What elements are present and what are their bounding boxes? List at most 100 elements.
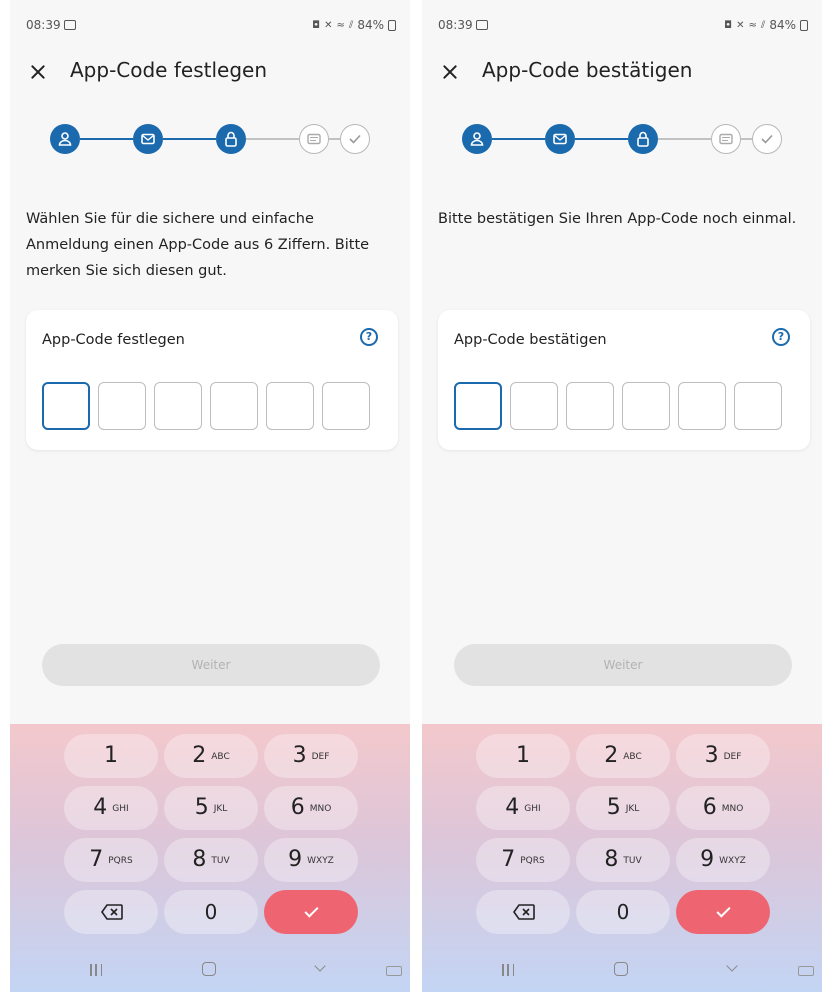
code-digit-6[interactable] <box>322 382 370 430</box>
key-5[interactable]: 5 JKL <box>164 786 258 830</box>
code-digit-6[interactable] <box>734 382 782 430</box>
numeric-keypad: 1 2 ABC 3 DEF 4 GHI 5 JKL 6 MNO 7 PQRS 8 TUV 9W… <box>422 724 822 992</box>
key-0[interactable]: 0 <box>164 890 258 934</box>
page-title: App-Code festlegen <box>70 58 267 82</box>
app-code-card: App-Code bestätigen ? <box>438 310 810 450</box>
code-digit-3[interactable] <box>154 382 202 430</box>
app-code-card: App-Code festlegen ? <box>26 310 398 450</box>
code-input-group <box>42 382 370 430</box>
key-5[interactable]: 5 JKL <box>576 786 670 830</box>
key-4[interactable]: 4 GHI <box>476 786 570 830</box>
help-icon[interactable]: ? <box>772 328 790 346</box>
key-8[interactable]: 8 TUV <box>164 838 258 882</box>
key-7[interactable]: 7 PQRS <box>64 838 158 882</box>
back-icon[interactable] <box>726 960 738 972</box>
code-digit-5[interactable] <box>678 382 726 430</box>
recents-icon[interactable] <box>502 964 514 976</box>
next-button[interactable]: Weiter <box>42 644 380 686</box>
key-backspace[interactable] <box>64 890 158 934</box>
alarm-icon: ◘ <box>312 19 321 31</box>
person-icon <box>470 132 484 146</box>
status-time: 08:39 <box>26 18 61 32</box>
key-3[interactable]: 3 DEF <box>264 734 358 778</box>
gallery-notification-icon <box>476 20 488 30</box>
app-code-label: App-Code festlegen <box>42 332 185 348</box>
app-bar: App-Code festlegen <box>10 58 410 92</box>
home-icon[interactable] <box>614 962 628 976</box>
recents-icon[interactable] <box>90 964 102 976</box>
mute-icon: ✕ <box>324 19 333 31</box>
signal-icon: ⫽ <box>348 19 354 31</box>
key-confirm[interactable] <box>676 890 770 934</box>
step-connector <box>246 138 299 140</box>
key-1[interactable]: 1 <box>64 734 158 778</box>
status-time: 08:39 <box>438 18 473 32</box>
key-8[interactable]: 8 TUV <box>576 838 670 882</box>
key-6[interactable]: 6 MNO <box>676 786 770 830</box>
code-digit-1[interactable] <box>454 382 502 430</box>
battery-icon <box>388 19 396 31</box>
step-connector <box>492 138 545 140</box>
key-2[interactable]: 2 ABC <box>576 734 670 778</box>
keyboard-icon[interactable] <box>386 966 402 976</box>
code-digit-2[interactable] <box>510 382 558 430</box>
back-icon[interactable] <box>314 960 326 972</box>
key-3[interactable]: 3 DEF <box>676 734 770 778</box>
screen-confirm-app-code: 08:39 ◘ ✕ ≈ ⫽ 84% App-Code bestätigen Bi… <box>422 0 822 992</box>
mail-icon <box>553 133 567 145</box>
key-9[interactable]: 9 WXYZ <box>676 838 770 882</box>
battery-level: 84% <box>769 18 796 32</box>
help-icon[interactable]: ? <box>360 328 378 346</box>
wifi-icon: ≈ <box>748 19 757 31</box>
step-connector <box>329 138 340 140</box>
key-2[interactable]: 2 ABC <box>164 734 258 778</box>
alarm-icon: ◘ <box>724 19 733 31</box>
close-icon[interactable] <box>26 60 50 84</box>
signal-icon: ⫽ <box>760 19 766 31</box>
home-icon[interactable] <box>202 962 216 976</box>
status-bar: 08:39 ◘ ✕ ≈ ⫽ 84% <box>422 18 822 38</box>
intro-text: Wählen Sie für die sichere und einfache … <box>26 211 370 279</box>
key-0[interactable]: 0 <box>576 890 670 934</box>
check-icon <box>348 134 361 144</box>
backspace-icon <box>101 904 123 920</box>
code-digit-4[interactable] <box>622 382 670 430</box>
code-digit-2[interactable] <box>98 382 146 430</box>
progress-stepper <box>462 124 782 154</box>
step-connector <box>163 138 216 140</box>
status-bar: 08:39 ◘ ✕ ≈ ⫽ 84% <box>10 18 410 38</box>
key-backspace[interactable] <box>476 890 570 934</box>
step-mail <box>545 124 575 154</box>
step-mail <box>133 124 163 154</box>
close-icon[interactable] <box>438 60 462 84</box>
system-navigation-bar <box>10 948 410 992</box>
person-icon <box>58 132 72 146</box>
id-card-icon <box>718 133 733 144</box>
intro-text: Bitte bestätigen Sie Ihren App-Code noch… <box>438 211 797 227</box>
id-card-icon <box>306 133 321 144</box>
key-9[interactable]: 9 WXYZ <box>264 838 358 882</box>
key-confirm[interactable] <box>264 890 358 934</box>
step-person <box>462 124 492 154</box>
check-icon <box>760 134 773 144</box>
code-digit-3[interactable] <box>566 382 614 430</box>
numeric-keypad: 1 2 ABC 3 DEF 4 GHI 5 JKL 6 MNO 7 PQRS 8 TUV 9W… <box>10 724 410 992</box>
mute-icon: ✕ <box>736 19 745 31</box>
keyboard-icon[interactable] <box>798 966 814 976</box>
code-digit-5[interactable] <box>266 382 314 430</box>
lock-icon <box>637 131 649 147</box>
step-lock <box>628 124 658 154</box>
key-4[interactable]: 4 GHI <box>64 786 158 830</box>
app-code-label: App-Code bestätigen <box>454 332 607 348</box>
key-7[interactable]: 7 PQRS <box>476 838 570 882</box>
next-button[interactable]: Weiter <box>454 644 792 686</box>
gallery-notification-icon <box>64 20 76 30</box>
step-id-card <box>299 124 329 154</box>
step-person <box>50 124 80 154</box>
screen-set-app-code: 08:39 ◘ ✕ ≈ ⫽ 84% App-Code festlegen Wäh… <box>10 0 410 992</box>
code-digit-1[interactable] <box>42 382 90 430</box>
key-6[interactable]: 6 MNO <box>264 786 358 830</box>
key-1[interactable]: 1 <box>476 734 570 778</box>
code-digit-4[interactable] <box>210 382 258 430</box>
battery-icon <box>800 19 808 31</box>
